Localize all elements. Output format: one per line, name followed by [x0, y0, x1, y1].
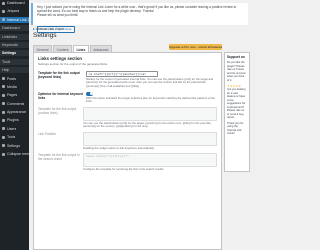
setting-label: Template for the link output in the sear…: [38, 153, 80, 162]
setting-help: Enabling the widget option to link anywh…: [83, 145, 155, 150]
tab-general[interactable]: General: [33, 45, 53, 52]
sidebar-item-label: Linkindex: [2, 34, 18, 39]
sidebar-item-label: Jetpack: [7, 9, 20, 14]
sidebar-item[interactable]: Users: [0, 126, 29, 132]
setting-help: With this option activated the plugin se…: [86, 95, 216, 104]
setting-field: Enabling the widget option to link anywh…: [83, 131, 217, 150]
sidebar-item-label: Pages: [7, 93, 18, 98]
setting-help: Configure the template for rendering the…: [83, 166, 165, 171]
sidebar-item[interactable]: Help: [0, 67, 29, 74]
support-text-1: Do you like the plugin? Please rate us 5…: [227, 61, 246, 82]
sidebar-item-label: Internal Link Juicer: [7, 17, 29, 22]
page-title: Settings: [33, 32, 57, 39]
notice-text: Hey, I just noticed you're using the Int…: [37, 5, 237, 13]
menu-icon: [2, 152, 5, 156]
admin-sidebar: Dashboard Jetpack Internal Link Juicer Dash…: [0, 0, 29, 250]
sidebar-item-label: Dashboard: [7, 1, 25, 5]
main-content: Hey, I just noticed you're using the Int…: [29, 0, 250, 250]
sidebar-item-label: Keywords: [2, 42, 18, 47]
menu-icon: [2, 9, 5, 13]
menu-icon: [2, 144, 5, 148]
support-text-3: Thank you for using the Internal Link Ju…: [227, 121, 244, 136]
toggle-switch[interactable]: [86, 91, 93, 96]
sidebar-item[interactable]: Appearance: [0, 109, 29, 115]
sidebar-item[interactable]: Comments: [0, 101, 29, 107]
sidebar-item[interactable]: Dashboard: [0, 25, 29, 32]
sidebar-item[interactable]: Internal Link Juicer: [0, 16, 29, 23]
notice-text-2: Please tell us what you think!: [37, 13, 79, 17]
sidebar-item[interactable]: Posts: [0, 76, 29, 82]
setting-row: Template for the link output in the sear…: [38, 153, 217, 171]
support-box: Support us Do you like the plugin? Pleas…: [224, 52, 250, 172]
sidebar-item-label: Settings: [2, 51, 17, 56]
setting-label: Template for the link output (custom lin…: [38, 106, 77, 115]
sidebar-item[interactable]: Plugins: [0, 117, 29, 123]
setting-field: With this option activated the plugin se…: [86, 91, 217, 104]
sidebar-item[interactable]: Settings: [0, 50, 29, 57]
sidebar-item-label: Dashboard: [2, 26, 20, 31]
setting-label: Link Position: [38, 131, 57, 136]
sidebar-item-label: Plugins: [7, 118, 19, 123]
setting-label: Optimize for Internal keyword links: [38, 91, 83, 100]
sidebar-item[interactable]: Jetpack: [0, 8, 29, 14]
upgrade-button[interactable]: Upgrade to Pro now - unlock all features: [169, 44, 222, 50]
tab-links[interactable]: Links: [72, 45, 89, 52]
settings-tabs: General Content Links Advanced: [33, 45, 113, 52]
menu-icon: [2, 135, 5, 139]
sidebar-item[interactable]: Collapse menu: [0, 151, 29, 157]
sidebar-item[interactable]: Settings: [0, 143, 29, 149]
menu-icon: [2, 85, 5, 89]
sidebar-item-label: Help: [2, 68, 10, 73]
sidebar-item[interactable]: Pages: [0, 92, 29, 98]
review-notice: Hey, I just noticed you're using the Int…: [31, 3, 248, 33]
support-heading: Support us: [227, 55, 245, 59]
setting-field: <a href="{{url}}">{{anchor}}</a> Markup f…: [86, 71, 217, 89]
panel-description: Settings section for the output of the g…: [38, 62, 108, 66]
sidebar-item-label: Settings: [7, 143, 20, 148]
menu-icon: [2, 110, 5, 114]
setting-row: Template for the link output (keyword li…: [38, 71, 217, 89]
breadcrumb-label: Internal Link Juicer: [35, 27, 65, 31]
panel-title: Links settings section: [38, 56, 82, 61]
setting-help: Markup for the output of generated inter…: [86, 76, 214, 88]
menu-icon: [2, 93, 5, 97]
sidebar-item-label: Comments: [7, 101, 25, 106]
menu-icon: [2, 77, 5, 81]
support-text-2: Are you looking for a new feature or hav…: [227, 88, 246, 119]
setting-label: Template for the link output (keyword li…: [38, 71, 80, 79]
sidebar-item-label: Appearance: [7, 110, 27, 115]
sidebar-item[interactable]: Media: [0, 84, 29, 90]
sidebar-item-label: Users: [7, 126, 17, 131]
setting-row: Template for the link output (custom lin…: [38, 106, 217, 129]
setting-row: Optimize for Internal keyword links With …: [38, 92, 217, 104]
template-input[interactable]: <span title="{{title}}">: [83, 153, 217, 168]
disabled-input: [83, 106, 217, 121]
sidebar-item[interactable]: Dashboard: [0, 0, 29, 6]
setting-field: <span title="{{title}}"> Configure the te…: [83, 153, 217, 171]
sidebar-item-label: Tools: [2, 59, 11, 64]
disabled-input: [83, 131, 217, 146]
sidebar-item-label: Posts: [7, 76, 16, 81]
setting-row: Link Position Enabling the widget option …: [38, 131, 217, 150]
sidebar-item[interactable]: Tools: [0, 58, 29, 65]
setting-field: You can use the placeholders {{url}} for…: [83, 106, 217, 129]
sidebar-item[interactable]: Keywords: [0, 41, 29, 48]
tab-content[interactable]: Content: [53, 45, 72, 52]
setting-help: You can use the placeholders {{url}} for…: [83, 120, 212, 129]
links-settings-panel: Links settings section Settings section …: [33, 52, 222, 250]
sidebar-item-label: Collapse menu: [7, 152, 29, 157]
sidebar-item[interactable]: Tools: [0, 134, 29, 140]
menu-icon: [2, 102, 5, 106]
tab-advanced[interactable]: Advanced: [89, 45, 112, 52]
menu-icon: [2, 127, 5, 131]
menu-icon: [2, 1, 5, 5]
sidebar-item[interactable]: Linkindex: [0, 33, 29, 40]
breadcrumb[interactable]: ▸ Internal Link Juicer: [33, 27, 64, 31]
sidebar-item-label: Tools: [7, 135, 16, 140]
menu-icon: [2, 118, 5, 122]
menu-icon: [2, 18, 5, 22]
sidebar-item-label: Media: [7, 84, 17, 89]
